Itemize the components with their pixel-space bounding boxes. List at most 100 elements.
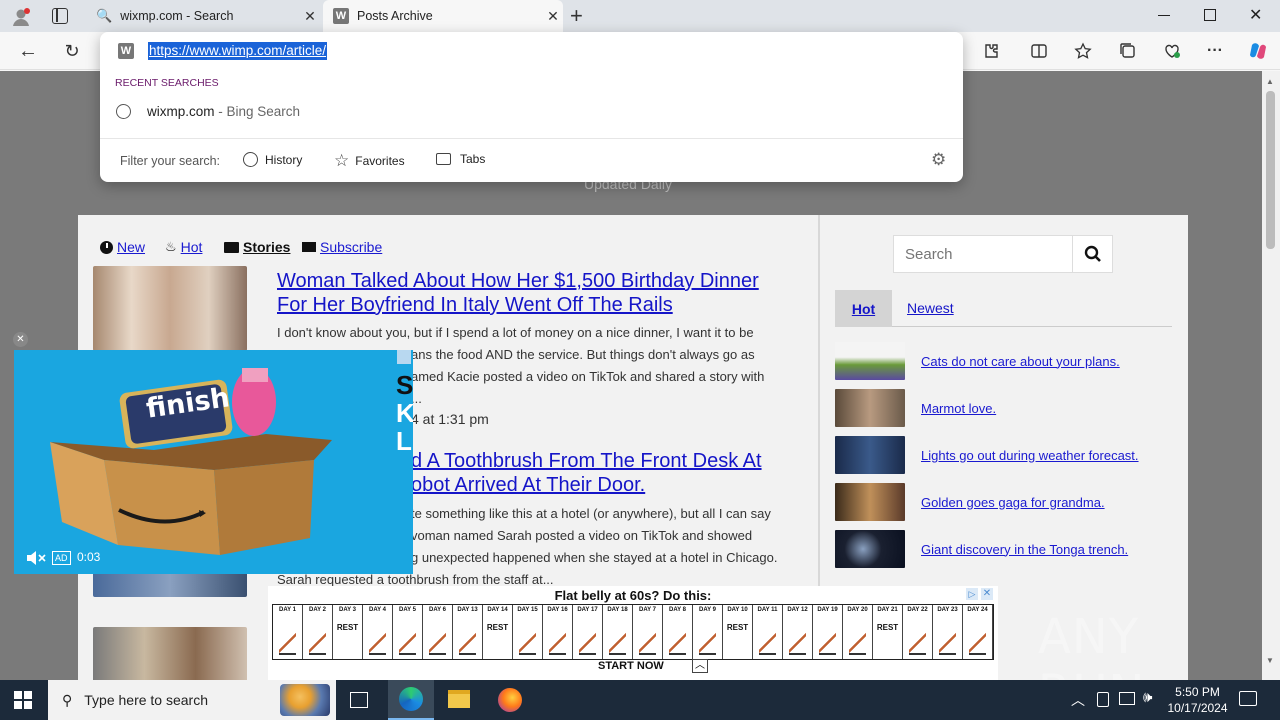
refresh-button[interactable]: ↻ bbox=[61, 40, 83, 62]
network-icon[interactable] bbox=[1119, 692, 1135, 705]
day-cell: DAY 13 bbox=[453, 605, 483, 659]
tab-search[interactable]: 🔍 wixmp.com - Search ✕ bbox=[84, 0, 320, 32]
file-explorer-icon[interactable] bbox=[448, 690, 470, 708]
filter-tabs-label: Tabs bbox=[460, 152, 486, 166]
title-line[interactable]: d A Toothbrush From The Front Desk At bbox=[411, 449, 791, 473]
item-link[interactable]: Marmot love. bbox=[921, 401, 996, 416]
close-video-ad-button[interactable]: ✕ bbox=[13, 332, 28, 347]
day-cell: DAY 1 bbox=[273, 605, 303, 659]
scroll-thumb[interactable] bbox=[1266, 91, 1275, 249]
device-icon[interactable] bbox=[1097, 692, 1109, 707]
firefox-icon[interactable] bbox=[498, 688, 522, 712]
new-tab-button[interactable]: + bbox=[570, 4, 590, 28]
scroll-up-icon[interactable]: ▲ bbox=[1266, 77, 1274, 86]
search-input[interactable] bbox=[893, 235, 1073, 273]
recent-search-suggestion[interactable]: wixmp.com - Bing Search bbox=[116, 104, 300, 119]
filter-favorites[interactable]: ☆ Favorites bbox=[334, 151, 405, 171]
day-label: DAY 11 bbox=[757, 607, 778, 613]
close-ad-icon[interactable]: ✕ bbox=[981, 588, 993, 600]
article-title[interactable]: d A Toothbrush From The Front Desk At ob… bbox=[411, 449, 791, 497]
search-button[interactable] bbox=[1073, 235, 1113, 273]
article-thumbnail[interactable] bbox=[93, 627, 247, 680]
back-button[interactable]: ← bbox=[17, 40, 39, 62]
settings-gear-icon[interactable]: ⚙ bbox=[931, 150, 946, 170]
day-cell: DAY 3 REST bbox=[333, 605, 363, 659]
tab-hot[interactable]: Hot bbox=[835, 290, 892, 327]
day-cell: DAY 16 bbox=[543, 605, 573, 659]
adchoices-icon[interactable] bbox=[397, 350, 411, 364]
tab-newest-label: Newest bbox=[907, 300, 954, 316]
tab-posts-archive[interactable]: W Posts Archive ✕ bbox=[323, 0, 563, 32]
task-view-icon[interactable] bbox=[350, 692, 368, 708]
adchoices-icon[interactable]: ▷ bbox=[966, 588, 978, 600]
sidebar-item[interactable]: Giant discovery in the Tonga trench. bbox=[835, 529, 1128, 569]
start-now-button[interactable]: START NOW bbox=[598, 660, 664, 672]
day-label: DAY 14 bbox=[487, 607, 508, 613]
start-button[interactable] bbox=[14, 691, 32, 709]
tab-newest[interactable]: Newest bbox=[907, 300, 954, 318]
exercise-figure bbox=[909, 633, 926, 655]
nav-stories[interactable]: Stories bbox=[224, 239, 290, 255]
item-thumbnail bbox=[835, 483, 905, 521]
day-cell: DAY 24 bbox=[963, 605, 993, 659]
day-cell: DAY 8 bbox=[663, 605, 693, 659]
nav-hot-link[interactable]: Hot bbox=[181, 239, 203, 255]
nav-new[interactable]: New bbox=[100, 239, 145, 255]
restore-button[interactable] bbox=[1204, 9, 1216, 21]
banner-ad[interactable]: Flat belly at 60s? Do this: ▷ ✕ DAY 1 DAY… bbox=[268, 586, 998, 680]
item-link[interactable]: Golden goes gaga for grandma. bbox=[921, 495, 1105, 510]
day-label: DAY 21 bbox=[877, 607, 898, 613]
extensions-icon[interactable] bbox=[980, 40, 1002, 62]
favorites-icon[interactable] bbox=[1072, 40, 1094, 62]
sidebar-item[interactable]: Lights go out during weather forecast. bbox=[835, 435, 1139, 475]
volume-icon[interactable]: 🕪 bbox=[1143, 689, 1152, 706]
browser-essentials-icon[interactable] bbox=[1161, 40, 1183, 62]
address-input[interactable]: https://www.wimp.com/article/ bbox=[148, 42, 328, 60]
copilot-icon[interactable] bbox=[1247, 40, 1269, 62]
sidebar-item[interactable]: Golden goes gaga for grandma. bbox=[835, 482, 1105, 522]
taskbar-search-box[interactable]: ⚲ Type here to search bbox=[48, 680, 336, 720]
collections-icon[interactable] bbox=[1117, 40, 1139, 62]
profile-icon[interactable] bbox=[10, 6, 32, 28]
close-window-button[interactable]: ✕ bbox=[1249, 5, 1262, 25]
clock[interactable]: 5:50 PM 10/17/2024 bbox=[1165, 684, 1230, 716]
filter-tabs[interactable]: Tabs bbox=[436, 152, 485, 166]
video-ad-player[interactable]: finish S K L AD 0:03 bbox=[14, 350, 413, 574]
banner-headline: Flat belly at 60s? Do this: bbox=[554, 588, 712, 603]
edge-taskbar-icon[interactable] bbox=[388, 680, 434, 720]
day-label: DAY 5 bbox=[398, 607, 416, 613]
notifications-icon[interactable] bbox=[1239, 691, 1257, 706]
item-link[interactable]: Lights go out during weather forecast. bbox=[921, 448, 1139, 463]
collapse-ad-icon[interactable]: ︿ bbox=[692, 659, 708, 673]
tab-title: wixmp.com - Search bbox=[120, 9, 234, 23]
more-menu-icon[interactable]: ··· bbox=[1204, 40, 1226, 62]
item-link[interactable]: Giant discovery in the Tonga trench. bbox=[921, 542, 1128, 557]
close-tab-icon[interactable]: ✕ bbox=[300, 8, 320, 25]
nav-stories-link[interactable]: Stories bbox=[243, 239, 290, 255]
clock-time: 5:50 PM bbox=[1175, 685, 1220, 699]
scroll-down-icon[interactable]: ▼ bbox=[1266, 656, 1274, 665]
title-line[interactable]: obot Arrived At Their Door. bbox=[411, 473, 791, 497]
video-time: 0:03 bbox=[77, 550, 101, 564]
show-hidden-icons[interactable]: ︿ bbox=[1071, 690, 1085, 710]
sidebar-item[interactable]: Marmot love. bbox=[835, 388, 996, 428]
article-thumbnail[interactable] bbox=[93, 266, 247, 351]
nav-subscribe[interactable]: Subscribe bbox=[302, 239, 382, 255]
day-label: DAY 12 bbox=[787, 607, 808, 613]
split-screen-icon[interactable] bbox=[1028, 40, 1050, 62]
minimize-button[interactable] bbox=[1158, 8, 1172, 22]
sidebar-item[interactable]: Cats do not care about your plans. bbox=[835, 341, 1120, 381]
nav-subscribe-link[interactable]: Subscribe bbox=[320, 239, 382, 255]
close-tab-icon[interactable]: ✕ bbox=[543, 8, 563, 25]
tab-actions-icon[interactable] bbox=[52, 8, 68, 24]
url-text: https://www.wimp.com/article/ bbox=[149, 43, 327, 58]
filter-history[interactable]: History bbox=[243, 152, 302, 167]
item-link[interactable]: Cats do not care about your plans. bbox=[921, 354, 1120, 369]
mute-icon[interactable] bbox=[26, 550, 46, 566]
filter-bar: Filter your search: History ☆ Favorites … bbox=[100, 138, 963, 182]
anyrun-watermark: ANY RUN bbox=[1038, 609, 1144, 680]
page-scrollbar[interactable]: ▲ ▼ bbox=[1262, 71, 1280, 680]
nav-new-link[interactable]: New bbox=[117, 239, 145, 255]
nav-hot[interactable]: ♨ Hot bbox=[165, 239, 202, 255]
article-title[interactable]: Woman Talked About How Her $1,500 Birthd… bbox=[277, 269, 787, 317]
